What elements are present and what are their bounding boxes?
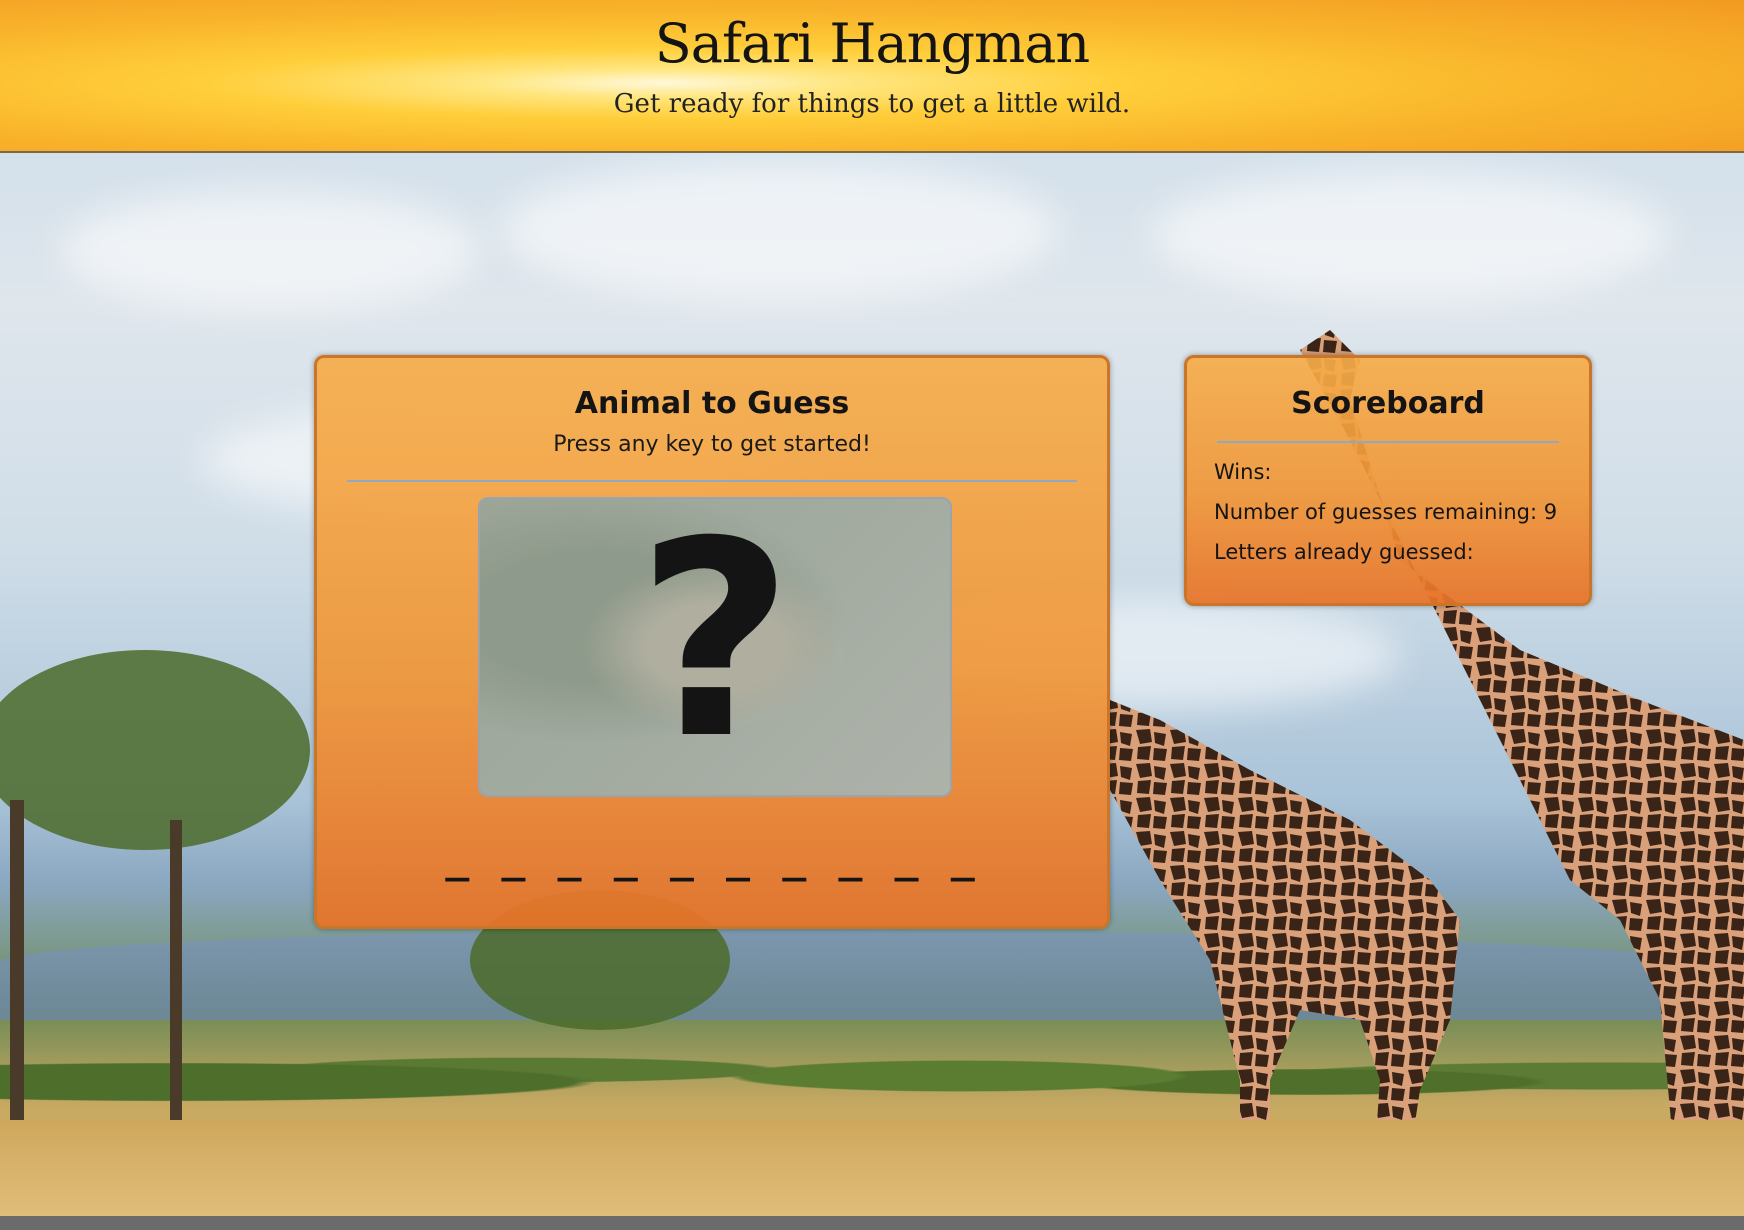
letters-guessed-row: Letters already guessed: <box>1214 540 1474 564</box>
scoreboard-title: Scoreboard <box>1291 386 1485 421</box>
guesses-remaining-value: 9 <box>1543 500 1558 524</box>
mystery-animal-image: ? <box>478 497 952 797</box>
guesses-remaining-label: Number of guesses remaining: <box>1214 500 1538 524</box>
start-prompt: Press any key to get started! <box>553 432 871 457</box>
word-blanks: _ _ _ _ _ _ _ _ _ _ <box>445 836 979 882</box>
animal-to-guess-panel: Animal to Guess Press any key to get sta… <box>314 355 1110 929</box>
question-mark-icon: ? <box>636 497 794 797</box>
divider <box>1217 441 1559 443</box>
guesses-remaining-row: Number of guesses remaining: 9 <box>1214 500 1557 524</box>
letters-guessed-label: Letters already guessed: <box>1214 540 1474 564</box>
acacia-tree <box>0 650 310 850</box>
divider <box>347 480 1077 482</box>
cloud <box>1150 170 1670 300</box>
site-header: Safari Hangman Get ready for things to g… <box>0 0 1744 153</box>
game-panel-title: Animal to Guess <box>574 386 850 421</box>
page-subtitle: Get ready for things to get a little wil… <box>613 89 1131 119</box>
page-title: Safari Hangman <box>654 12 1090 75</box>
cloud <box>60 190 480 310</box>
wins-row: Wins: <box>1214 460 1271 484</box>
wins-label: Wins: <box>1214 460 1272 484</box>
tree-trunk <box>10 800 24 1140</box>
cloud <box>500 160 1060 300</box>
tree-trunk <box>170 820 182 1140</box>
page-footer-bar <box>0 1216 1744 1230</box>
dry-grass <box>0 1120 1744 1220</box>
scoreboard-panel: Scoreboard Wins: Number of guesses remai… <box>1184 355 1592 606</box>
